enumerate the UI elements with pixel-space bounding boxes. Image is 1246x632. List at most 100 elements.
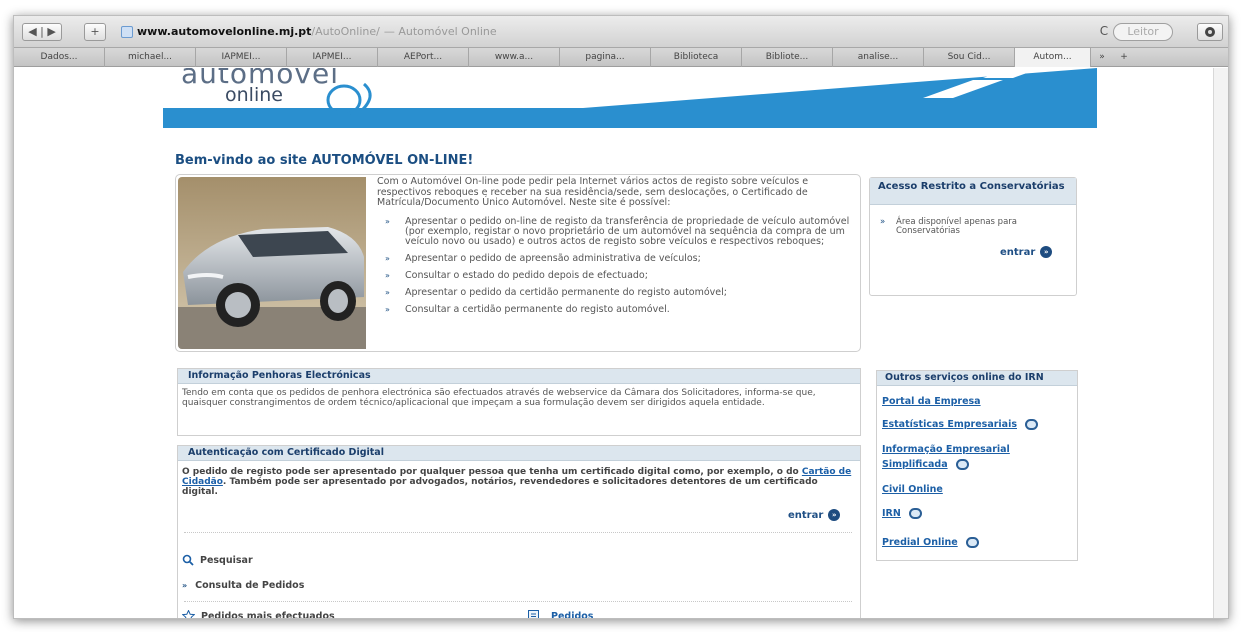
consulta-pedidos-link[interactable]: » Consulta de Pedidos bbox=[182, 580, 304, 591]
pedidos-mais-efectuados: Pedidos mais efectuados bbox=[182, 610, 335, 619]
auth-text-part: . Também pode ser apresentado por advoga… bbox=[182, 477, 818, 497]
monitor-icon bbox=[1025, 419, 1038, 430]
url-host: www.automovelonline.mj.pt bbox=[137, 25, 312, 38]
predial-online-link[interactable]: Predial Online bbox=[882, 536, 979, 549]
monitor-icon bbox=[965, 537, 979, 548]
list-item: » Apresentar o pedido de apreensão admini… bbox=[377, 252, 852, 264]
bookmark-item[interactable]: IAPMEI... bbox=[196, 48, 287, 67]
monitor-icon bbox=[908, 508, 922, 519]
bullet-icon: » bbox=[385, 270, 390, 280]
bookmark-item[interactable]: Biblioteca bbox=[651, 48, 742, 67]
bullet-icon: » bbox=[385, 216, 390, 226]
bookmark-item[interactable]: pagina... bbox=[560, 48, 651, 67]
intro-text-block: Com o Automóvel On-line pode pedir pela … bbox=[377, 176, 852, 322]
add-tab-button[interactable]: + bbox=[1113, 48, 1135, 67]
entrar-label: entrar bbox=[788, 509, 824, 521]
welcome-title: Bem-vindo ao site AUTOMÓVEL ON-LINE! bbox=[175, 153, 474, 168]
list-item-text: Apresentar o pedido de apreensão adminis… bbox=[405, 252, 701, 264]
pedidos-label: Pedidos bbox=[551, 611, 594, 619]
pesquisar-link[interactable]: Pesquisar bbox=[182, 554, 253, 566]
penhoras-title: Informação Penhoras Electrónicas bbox=[178, 369, 860, 384]
list-item: » Consultar o estado do pedido depois de … bbox=[377, 269, 852, 281]
page-title-text: — Automóvel Online bbox=[383, 25, 497, 38]
other-services-title: Outros serviços online do IRN bbox=[877, 371, 1077, 386]
intro-paragraph: Com o Automóvel On-line pode pedir pela … bbox=[377, 176, 809, 208]
certificate-auth-box: Autenticação com Certificado Digital O p… bbox=[177, 445, 861, 619]
settings-icon[interactable] bbox=[1197, 23, 1223, 41]
restricted-access-note-text: Área disponível apenas para Conservatóri… bbox=[896, 217, 1017, 236]
list-item-text: Consultar o estado do pedido depois de e… bbox=[405, 269, 648, 281]
bullet-icon: » bbox=[385, 304, 390, 314]
list-item-text: Apresentar o pedido on-line de registo d… bbox=[405, 215, 850, 247]
logo-text-online: online bbox=[225, 84, 283, 106]
site-header: automóvel online bbox=[163, 68, 1097, 128]
list-item: » Apresentar o pedido da certidão permane… bbox=[377, 286, 852, 298]
star-icon bbox=[182, 610, 195, 618]
bookmark-item[interactable]: Bibliote... bbox=[742, 48, 833, 67]
list-item: » Apresentar o pedido on-line de registo … bbox=[377, 215, 852, 247]
auth-entrar-link[interactable]: entrar » bbox=[788, 509, 841, 521]
browser-window: ◀ | ▶ + www.automovelonline.mj.pt/AutoOn… bbox=[13, 15, 1229, 619]
document-icon bbox=[528, 610, 539, 618]
service-label: Simplificada bbox=[882, 459, 948, 470]
bookmark-item[interactable]: analise... bbox=[833, 48, 924, 67]
bookmarks-bar: Dados... michael... IAPMEI... IAPMEI... … bbox=[14, 48, 1228, 67]
monitor-icon bbox=[955, 459, 969, 470]
civil-online-link[interactable]: Civil Online bbox=[882, 483, 943, 496]
portal-empresa-link[interactable]: Portal da Empresa bbox=[882, 395, 981, 408]
simplificada-link[interactable]: Simplificada bbox=[882, 458, 969, 471]
restricted-access-title: Acesso Restrito a Conservatórias bbox=[870, 178, 1076, 205]
restricted-entrar-link[interactable]: entrar » bbox=[1000, 246, 1053, 258]
reader-button[interactable]: Leitor bbox=[1113, 23, 1173, 41]
search-icon bbox=[182, 554, 194, 566]
service-label: Informação Empresarial bbox=[882, 444, 1010, 455]
bookmark-item[interactable]: Sou Cid... bbox=[924, 48, 1015, 67]
add-bookmark-button[interactable]: + bbox=[84, 23, 106, 41]
bullet-icon: » bbox=[385, 287, 390, 297]
bullet-icon: » bbox=[880, 217, 886, 227]
restricted-access-box: Acesso Restrito a Conservatórias » Área d… bbox=[869, 177, 1077, 296]
restricted-access-note: » Área disponível apenas para Conservatór… bbox=[880, 218, 1076, 236]
service-label: IRN bbox=[882, 508, 901, 519]
car-image bbox=[178, 177, 366, 349]
intro-box: Com o Automóvel On-line pode pedir pela … bbox=[175, 174, 861, 352]
intro-list: » Apresentar o pedido on-line de registo … bbox=[377, 215, 852, 315]
arrow-right-icon: » bbox=[1040, 246, 1053, 258]
divider bbox=[184, 601, 852, 602]
divider bbox=[184, 532, 852, 533]
bookmark-item[interactable]: michael... bbox=[105, 48, 196, 67]
vertical-scrollbar[interactable] bbox=[1213, 68, 1228, 618]
pesquisar-label: Pesquisar bbox=[200, 554, 253, 566]
browser-toolbar: ◀ | ▶ + www.automovelonline.mj.pt/AutoOn… bbox=[14, 16, 1228, 48]
informacao-empresarial-link[interactable]: Informação Empresarial bbox=[882, 443, 1010, 456]
pedidos-link[interactable]: Pedidos bbox=[528, 610, 594, 619]
estatisticas-link[interactable]: Estatísticas Empresariais bbox=[882, 418, 1038, 431]
entrar-label: entrar bbox=[1000, 246, 1036, 258]
site-icon bbox=[121, 26, 133, 38]
certificate-auth-text: O pedido de registo pode ser apresentado… bbox=[182, 467, 852, 497]
mais-efectuados-label: Pedidos mais efectuados bbox=[201, 610, 335, 619]
service-label: Portal da Empresa bbox=[882, 396, 981, 407]
more-bookmarks-button[interactable]: » bbox=[1091, 48, 1113, 67]
bookmark-item-active[interactable]: Autom... bbox=[1015, 48, 1091, 67]
irn-link[interactable]: IRN bbox=[882, 507, 922, 520]
penhoras-box: Informação Penhoras Electrónicas Tendo e… bbox=[177, 368, 861, 436]
bookmark-item[interactable]: Dados... bbox=[14, 48, 105, 67]
service-label: Civil Online bbox=[882, 484, 943, 495]
consulta-label: Consulta de Pedidos bbox=[195, 580, 305, 591]
list-item: » Consultar a certidão permanente do regi… bbox=[377, 303, 852, 315]
bookmark-item[interactable]: www.a... bbox=[469, 48, 560, 67]
logo-ring-icon bbox=[326, 82, 372, 116]
address-bar[interactable]: www.automovelonline.mj.pt/AutoOnline/— A… bbox=[121, 22, 497, 42]
list-item-text: Consultar a certidão permanente do regis… bbox=[405, 303, 670, 315]
back-forward-buttons[interactable]: ◀ | ▶ bbox=[22, 23, 62, 41]
bookmark-item[interactable]: IAPMEI... bbox=[287, 48, 378, 67]
other-services-box: Outros serviços online do IRN Portal da … bbox=[876, 370, 1078, 561]
list-item-text: Apresentar o pedido da certidão permanen… bbox=[405, 286, 727, 298]
bookmark-item[interactable]: AEPort... bbox=[378, 48, 469, 67]
reload-button[interactable]: C bbox=[1096, 23, 1112, 41]
arrow-right-icon: » bbox=[828, 509, 841, 521]
page-content: automóvel online Bem-vindo ao site AUTOM… bbox=[14, 68, 1228, 619]
certificate-auth-title: Autenticação com Certificado Digital bbox=[178, 446, 860, 461]
service-label: Estatísticas Empresariais bbox=[882, 419, 1017, 430]
